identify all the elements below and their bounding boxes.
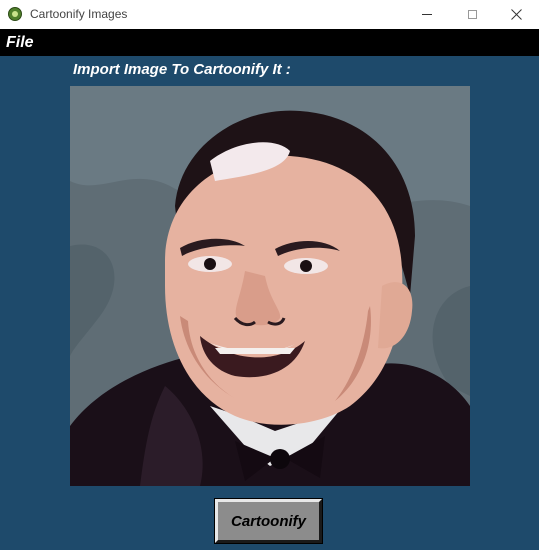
cartoon-portrait-image [70,86,470,486]
app-icon [8,7,22,21]
image-preview [70,86,470,486]
menu-bar: File [0,29,539,56]
cartoonify-button[interactable]: Cartoonify [214,498,323,544]
window-title: Cartoonify Images [30,7,128,21]
maximize-button[interactable] [449,0,495,29]
minimize-button[interactable] [404,0,450,29]
close-button[interactable] [493,0,539,29]
maximize-icon [467,10,477,19]
menu-file[interactable]: File [6,34,34,52]
close-icon [510,9,522,20]
page-heading: Import Image To Cartoonify It : [73,61,291,78]
minimize-icon [422,14,432,15]
title-bar: Cartoonify Images [0,0,539,29]
